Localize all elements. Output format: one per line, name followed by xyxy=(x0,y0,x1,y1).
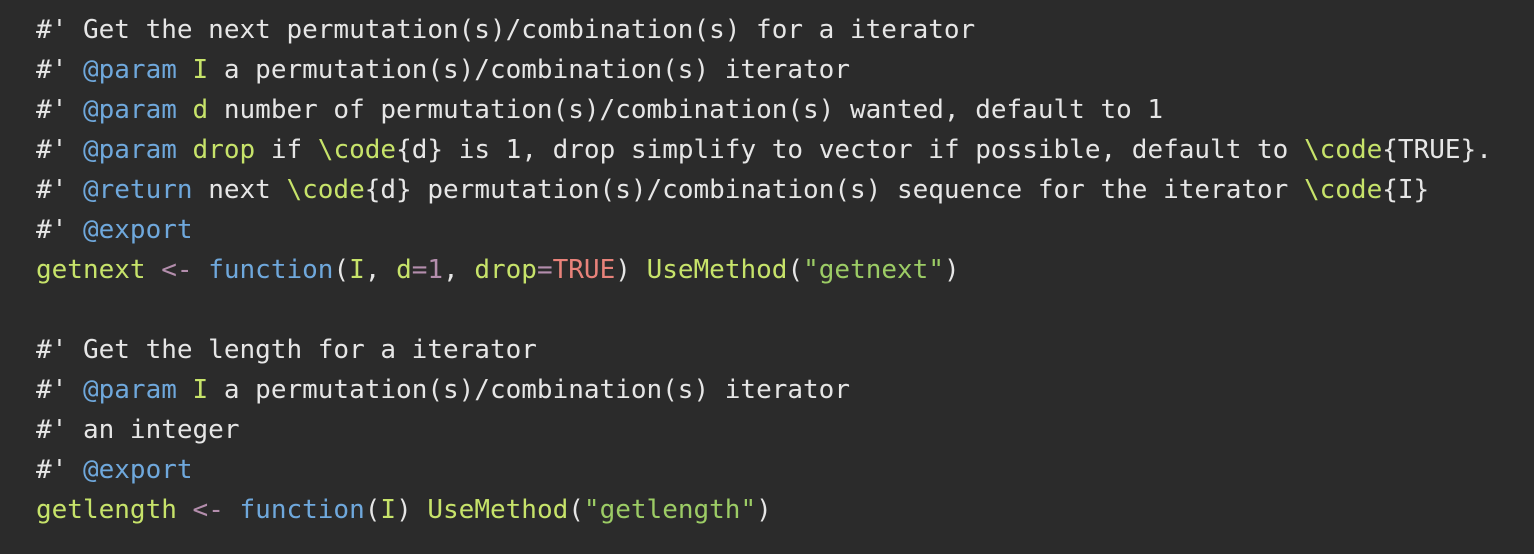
code-token: #' an integer xyxy=(36,415,240,445)
code-token: a permutation(s)/combination(s) iterator xyxy=(208,55,850,85)
code-token: number of permutation(s)/combination(s) … xyxy=(208,95,1164,125)
code-token: TRUE xyxy=(552,255,616,285)
code-token: getnext xyxy=(36,255,146,285)
code-token: drop xyxy=(474,255,537,285)
code-line[interactable]: #' @export xyxy=(0,450,1534,490)
code-line[interactable] xyxy=(0,290,1534,330)
code-token: I xyxy=(192,55,209,85)
code-token: \code xyxy=(1303,175,1383,205)
code-token: #' xyxy=(36,95,83,125)
code-token: I xyxy=(192,375,209,405)
code-token: @param xyxy=(82,135,177,165)
code-token: {I} xyxy=(1382,175,1430,205)
code-token: #' Get the next permutation(s)/combinati… xyxy=(36,15,976,45)
code-token: @param xyxy=(82,375,177,405)
code-token: \code xyxy=(317,135,397,165)
code-token: #' xyxy=(36,455,83,485)
code-token: I xyxy=(349,255,365,285)
code-token: , xyxy=(443,255,475,285)
code-line[interactable]: getnext <- function(I, d=1, drop=TRUE) U… xyxy=(0,250,1534,290)
code-line[interactable]: #' Get the next permutation(s)/combinati… xyxy=(0,10,1534,50)
code-token: 1 xyxy=(427,255,444,285)
code-token: getlength xyxy=(36,495,177,525)
code-token: @export xyxy=(82,455,193,485)
code-token: next xyxy=(192,175,287,205)
code-token: ( xyxy=(787,255,804,285)
code-token: if xyxy=(255,135,318,165)
code-line[interactable]: #' @param I a permutation(s)/combination… xyxy=(0,50,1534,90)
code-token: ) xyxy=(396,495,428,525)
code-token: #' Get the length for a iterator xyxy=(36,335,537,365)
code-token: function xyxy=(239,495,365,525)
code-token: UseMethod xyxy=(646,255,788,285)
code-token: UseMethod xyxy=(427,495,569,525)
code-token: \code xyxy=(286,175,365,205)
code-token: ) xyxy=(756,495,772,525)
code-token: = xyxy=(411,255,428,285)
code-token: ) xyxy=(944,255,960,285)
code-token: is 1, drop simplify to vector if possibl… xyxy=(443,135,1304,165)
code-token: permutation(s)/combination(s) sequence f… xyxy=(411,175,1304,205)
code-token: <- xyxy=(192,495,224,525)
code-token: "getlength" xyxy=(583,495,757,525)
code-line[interactable]: #' @export xyxy=(0,210,1534,250)
code-token: {d} xyxy=(364,175,412,205)
code-token: @param xyxy=(82,55,177,85)
code-editor[interactable]: #' Get the next permutation(s)/combinati… xyxy=(0,0,1534,554)
code-token: #' xyxy=(36,375,83,405)
code-token: d xyxy=(192,95,209,125)
code-token: I xyxy=(380,495,397,525)
code-line[interactable]: #' @param d number of permutation(s)/com… xyxy=(0,90,1534,130)
code-token: {d} xyxy=(396,135,444,165)
code-token: #' xyxy=(36,175,83,205)
code-token: @param xyxy=(82,95,177,125)
code-line[interactable]: #' @param drop if \code{d} is 1, drop si… xyxy=(0,130,1534,170)
code-token: a permutation(s)/combination(s) iterator xyxy=(208,375,850,405)
code-token: drop xyxy=(192,135,256,165)
code-token: #' xyxy=(36,55,83,85)
code-token: function xyxy=(208,255,334,285)
code-line[interactable]: #' @param I a permutation(s)/combination… xyxy=(0,370,1534,410)
code-token: ( xyxy=(333,255,350,285)
code-token: ) xyxy=(615,255,647,285)
code-line[interactable]: #' an integer xyxy=(0,410,1534,450)
code-token: . xyxy=(1476,135,1492,165)
code-line[interactable]: #' Get the length for a iterator xyxy=(0,330,1534,370)
code-token: #' xyxy=(36,135,83,165)
code-token: "getnext" xyxy=(803,255,944,285)
code-token: ( xyxy=(364,495,381,525)
code-token: ( xyxy=(568,495,584,525)
code-token: = xyxy=(536,255,553,285)
code-token: #' xyxy=(36,215,83,245)
code-token: , xyxy=(364,255,397,285)
code-line[interactable]: getlength <- function(I) UseMethod("getl… xyxy=(0,490,1534,530)
code-token: \code xyxy=(1303,135,1383,165)
code-token: d xyxy=(396,255,412,285)
code-token: @export xyxy=(82,215,193,245)
code-token: <- xyxy=(161,255,193,285)
code-line[interactable]: #' @return next \code{d} permutation(s)/… xyxy=(0,170,1534,210)
code-token: {TRUE} xyxy=(1382,135,1477,165)
code-token: @return xyxy=(82,175,193,205)
